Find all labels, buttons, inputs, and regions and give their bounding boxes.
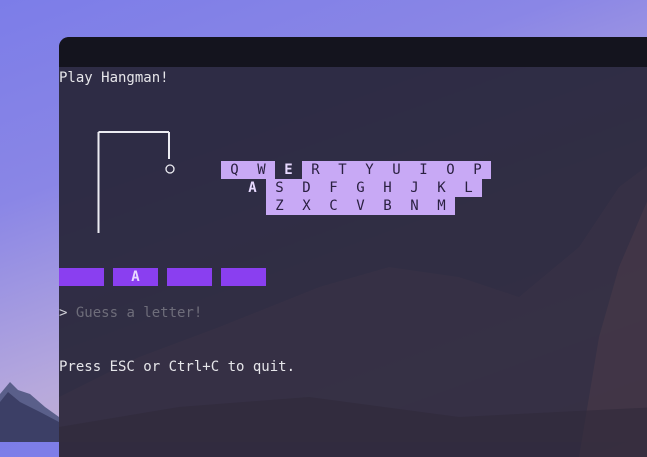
terminal-content[interactable]: Play Hangman! QWERTYUIOPASDFGHJKLZXCVBNM… <box>59 67 647 457</box>
game-title: Play Hangman! <box>59 70 169 86</box>
key-f[interactable]: F <box>320 179 347 197</box>
key-r[interactable]: R <box>302 161 329 179</box>
key-t[interactable]: T <box>329 161 356 179</box>
key-w[interactable]: W <box>248 161 275 179</box>
key-m[interactable]: M <box>428 197 455 215</box>
key-o[interactable]: O <box>437 161 464 179</box>
word-slot <box>59 268 104 286</box>
key-v[interactable]: V <box>347 197 374 215</box>
keyboard-row: QWERTYUIOP <box>221 161 491 179</box>
word-slot <box>221 268 266 286</box>
key-d[interactable]: D <box>293 179 320 197</box>
keyboard-row: ZXCVBNM <box>266 197 455 215</box>
key-k[interactable]: K <box>428 179 455 197</box>
key-c[interactable]: C <box>320 197 347 215</box>
hangman-gallows <box>97 131 175 233</box>
key-s[interactable]: S <box>266 179 293 197</box>
keyboard-row: ASDFGHJKL <box>239 179 482 197</box>
key-y[interactable]: Y <box>356 161 383 179</box>
word-slot: A <box>113 268 158 286</box>
word-slot <box>167 268 212 286</box>
window-titlebar[interactable] <box>59 37 647 67</box>
key-p[interactable]: P <box>464 161 491 179</box>
key-q[interactable]: Q <box>221 161 248 179</box>
key-z[interactable]: Z <box>266 197 293 215</box>
guess-prompt[interactable]: > Guess a letter! <box>59 305 202 321</box>
guess-input[interactable]: Guess a letter! <box>76 305 202 321</box>
key-l[interactable]: L <box>455 179 482 197</box>
key-a[interactable]: A <box>239 179 266 197</box>
key-i[interactable]: I <box>410 161 437 179</box>
key-u[interactable]: U <box>383 161 410 179</box>
prompt-caret: > <box>59 305 68 321</box>
key-b[interactable]: B <box>374 197 401 215</box>
key-j[interactable]: J <box>401 179 428 197</box>
hangman-head <box>165 164 175 174</box>
quit-hint: Press ESC or Ctrl+C to quit. <box>59 359 296 375</box>
key-h[interactable]: H <box>374 179 401 197</box>
key-x[interactable]: X <box>293 197 320 215</box>
key-g[interactable]: G <box>347 179 374 197</box>
key-n[interactable]: N <box>401 197 428 215</box>
terminal-window: Play Hangman! QWERTYUIOPASDFGHJKLZXCVBNM… <box>59 37 647 457</box>
key-e[interactable]: E <box>275 161 302 179</box>
